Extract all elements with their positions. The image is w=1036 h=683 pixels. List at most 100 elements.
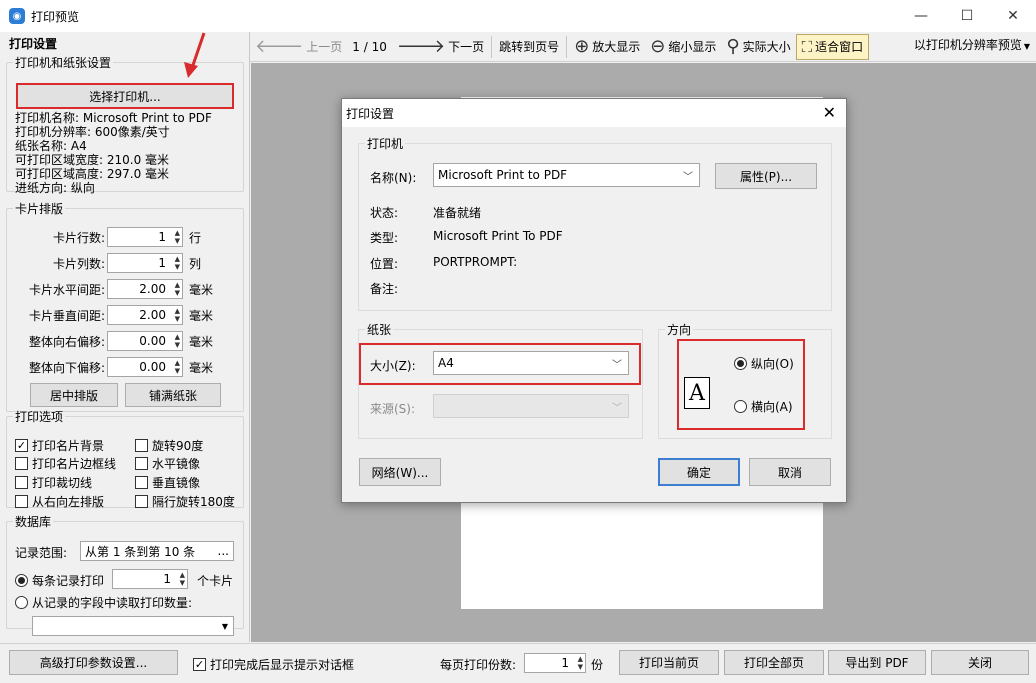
per-record-unit: 个卡片	[197, 574, 234, 588]
print-all-button[interactable]: 打印全部页	[724, 650, 824, 675]
fill-paper-button[interactable]: 铺满纸张	[125, 383, 221, 407]
bottom-bar: 高级打印参数设置... ✓ 打印完成后显示提示对话框 每页打印份数: 1 ▲ ▼ 份 …	[0, 643, 1036, 683]
record-range-field[interactable]: 从第 1 条到第 10 条...	[80, 541, 234, 561]
printer-group: 打印机	[358, 135, 832, 311]
type-label: 类型:	[370, 231, 399, 245]
per-record-radio[interactable]: 每条记录打印	[15, 572, 104, 589]
export-pdf-button[interactable]: 导出到 PDF	[828, 650, 926, 675]
where-label: 位置:	[370, 257, 399, 271]
type-value: Microsoft Print To PDF	[433, 229, 563, 243]
cols-spinner[interactable]: 1 ▲ ▼	[107, 253, 183, 273]
portrait-page-icon: A	[684, 377, 710, 409]
layout-row-rows: 卡片行数: 1 ▲ ▼ 行	[7, 227, 201, 247]
print-settings-dialog: 打印设置 ✕ 打印机 名称(N): Microsoft Print to PDF…	[341, 98, 847, 503]
copies-spinner[interactable]: 1 ▲ ▼	[524, 653, 586, 673]
network-button[interactable]: 网络(W)...	[359, 458, 441, 486]
hgap-spinner[interactable]: 2.00 ▲ ▼	[107, 279, 183, 299]
rows-label: 卡片行数:	[52, 230, 105, 245]
status-value: 准备就绪	[433, 206, 482, 220]
checkbox-check-icon: ✓	[15, 439, 28, 452]
copies-unit: 份	[591, 658, 604, 672]
rows-spinner[interactable]: 1 ▲ ▼	[107, 227, 183, 247]
properties-button[interactable]: 属性(P)...	[715, 163, 817, 189]
vmirror-checkbox[interactable]: 垂直镜像	[135, 474, 200, 491]
per-record-spinner[interactable]: 1 ▲ ▼	[112, 569, 188, 589]
field-select[interactable]: ▼	[32, 616, 234, 636]
layout-row-down-offset: 整体向下偏移: 0.00 ▲ ▼ 毫米	[7, 357, 213, 377]
layout-row-hgap: 卡片水平间距: 2.00 ▲ ▼ 毫米	[7, 279, 213, 299]
chevron-down-icon: ﹀	[612, 360, 622, 371]
portrait-radio[interactable]: 纵向(O)	[734, 355, 794, 372]
dropdown-arrow-icon: ▼	[221, 621, 228, 631]
fit-window-button[interactable]: ⛶ 适合窗口	[795, 33, 870, 60]
next-page-button[interactable]: 🡒 下一页	[392, 34, 489, 60]
page-indicator: 1 / 10	[352, 39, 387, 54]
rows-unit: 行	[189, 230, 202, 245]
from-field-radio[interactable]: 从记录的字段中读取打印数量:	[15, 594, 192, 611]
goto-page-button[interactable]: 跳转到页号	[494, 34, 564, 60]
center-layout-button[interactable]: 居中排版	[30, 383, 118, 407]
prev-page-button[interactable]: 🡐 上一页	[250, 34, 347, 60]
paper-name-info: 纸张名称: A4	[15, 139, 87, 153]
select-printer-button[interactable]: 选择打印机...	[16, 83, 234, 109]
down-offset-label: 整体向下偏移:	[28, 360, 105, 375]
comment-label: 备注:	[370, 282, 399, 296]
print-settings-panel: 打印设置 打印机和纸张设置 选择打印机... 打印机名称: Microsoft …	[0, 32, 250, 642]
panel-title: 打印设置	[9, 37, 58, 51]
actual-size-button[interactable]: ⚲ 实际大小	[721, 34, 795, 60]
advanced-settings-button[interactable]: 高级打印参数设置...	[9, 650, 178, 675]
close-button[interactable]: 关闭	[931, 650, 1029, 675]
show-dialog-checkbox[interactable]: ✓ 打印完成后显示提示对话框	[193, 656, 354, 673]
source-label: 来源(S):	[370, 402, 416, 416]
print-border-checkbox[interactable]: 打印名片边框线	[15, 455, 116, 472]
right-offset-label: 整体向右偏移:	[28, 334, 105, 349]
printable-width-info: 可打印区域宽度: 210.0 毫米	[15, 153, 170, 167]
maximize-button[interactable]: ☐	[944, 0, 990, 32]
printable-height-info: 可打印区域高度: 297.0 毫米	[15, 167, 170, 181]
printer-name-select[interactable]: Microsoft Print to PDF ﹀	[433, 163, 700, 187]
close-icon[interactable]: ✕	[823, 103, 836, 122]
printer-legend: 打印机	[367, 137, 404, 151]
chevron-down-icon: ﹀	[683, 172, 693, 183]
minimize-button[interactable]: —	[898, 0, 944, 32]
landscape-radio[interactable]: 横向(A)	[734, 398, 793, 415]
vgap-label: 卡片垂直间距:	[28, 308, 105, 323]
paper-size-select[interactable]: A4 ﹀	[433, 351, 629, 375]
zoom-out-button[interactable]: ⊖ 缩小显示	[645, 34, 721, 60]
orientation-legend: 方向	[667, 323, 692, 337]
feed-direction-info: 进纸方向: 纵向	[15, 181, 95, 195]
right-offset-unit: 毫米	[189, 334, 214, 349]
fit-window-icon: ⛶	[801, 37, 813, 56]
where-value: PORTPROMPT:	[433, 255, 518, 269]
arrow-right-icon: 🡒	[396, 36, 446, 57]
rotate90-checkbox[interactable]: 旋转90度	[135, 437, 203, 454]
right-offset-spinner[interactable]: 0.00 ▲ ▼	[107, 331, 183, 351]
close-window-button[interactable]: ✕	[990, 0, 1036, 32]
name-label: 名称(N):	[370, 171, 417, 185]
vgap-spinner[interactable]: 2.00 ▲ ▼	[107, 305, 183, 325]
hmirror-checkbox[interactable]: 水平镜像	[135, 455, 200, 472]
print-options-group: 打印选项 ✓ 打印名片背景 旋转90度 打印名片边框线 水平镜像 打印裁切线 垂直…	[6, 408, 244, 510]
alt-rotate180-checkbox[interactable]: 隔行旋转180度	[135, 493, 235, 510]
rtl-layout-checkbox[interactable]: 从右向左排版	[15, 493, 104, 510]
copies-label: 每页打印份数:	[440, 658, 517, 672]
preview-mode-dropdown[interactable]: 以打印机分辨率预览 ▼	[914, 36, 1030, 53]
cols-label: 卡片列数:	[52, 256, 105, 271]
hgap-label: 卡片水平间距:	[28, 282, 105, 297]
title-bar: ◉ 打印预览 — ☐ ✕	[0, 0, 1036, 32]
card-layout-legend: 卡片排版	[15, 202, 64, 216]
zoom-in-button[interactable]: ⊕ 放大显示	[569, 34, 645, 60]
more-icon[interactable]: ...	[218, 544, 229, 558]
size-label: 大小(Z):	[370, 359, 416, 373]
cancel-button[interactable]: 取消	[749, 458, 831, 486]
cut-lines-checkbox[interactable]: 打印裁切线	[15, 474, 92, 491]
checkbox-check-icon: ✓	[193, 658, 206, 671]
ok-button[interactable]: 确定	[658, 458, 740, 486]
down-offset-unit: 毫米	[189, 360, 214, 375]
record-range-label: 记录范围:	[15, 546, 68, 560]
down-offset-spinner[interactable]: 0.00 ▲ ▼	[107, 357, 183, 377]
card-layout-group: 卡片排版 卡片行数: 1 ▲ ▼ 行 卡片列数: 1 ▲ ▼ 列 卡片水平间距: 2.0…	[6, 200, 244, 412]
print-background-checkbox[interactable]: ✓ 打印名片背景	[15, 437, 104, 454]
paper-source-select[interactable]: ﹀	[433, 394, 629, 418]
print-current-button[interactable]: 打印当前页	[619, 650, 719, 675]
